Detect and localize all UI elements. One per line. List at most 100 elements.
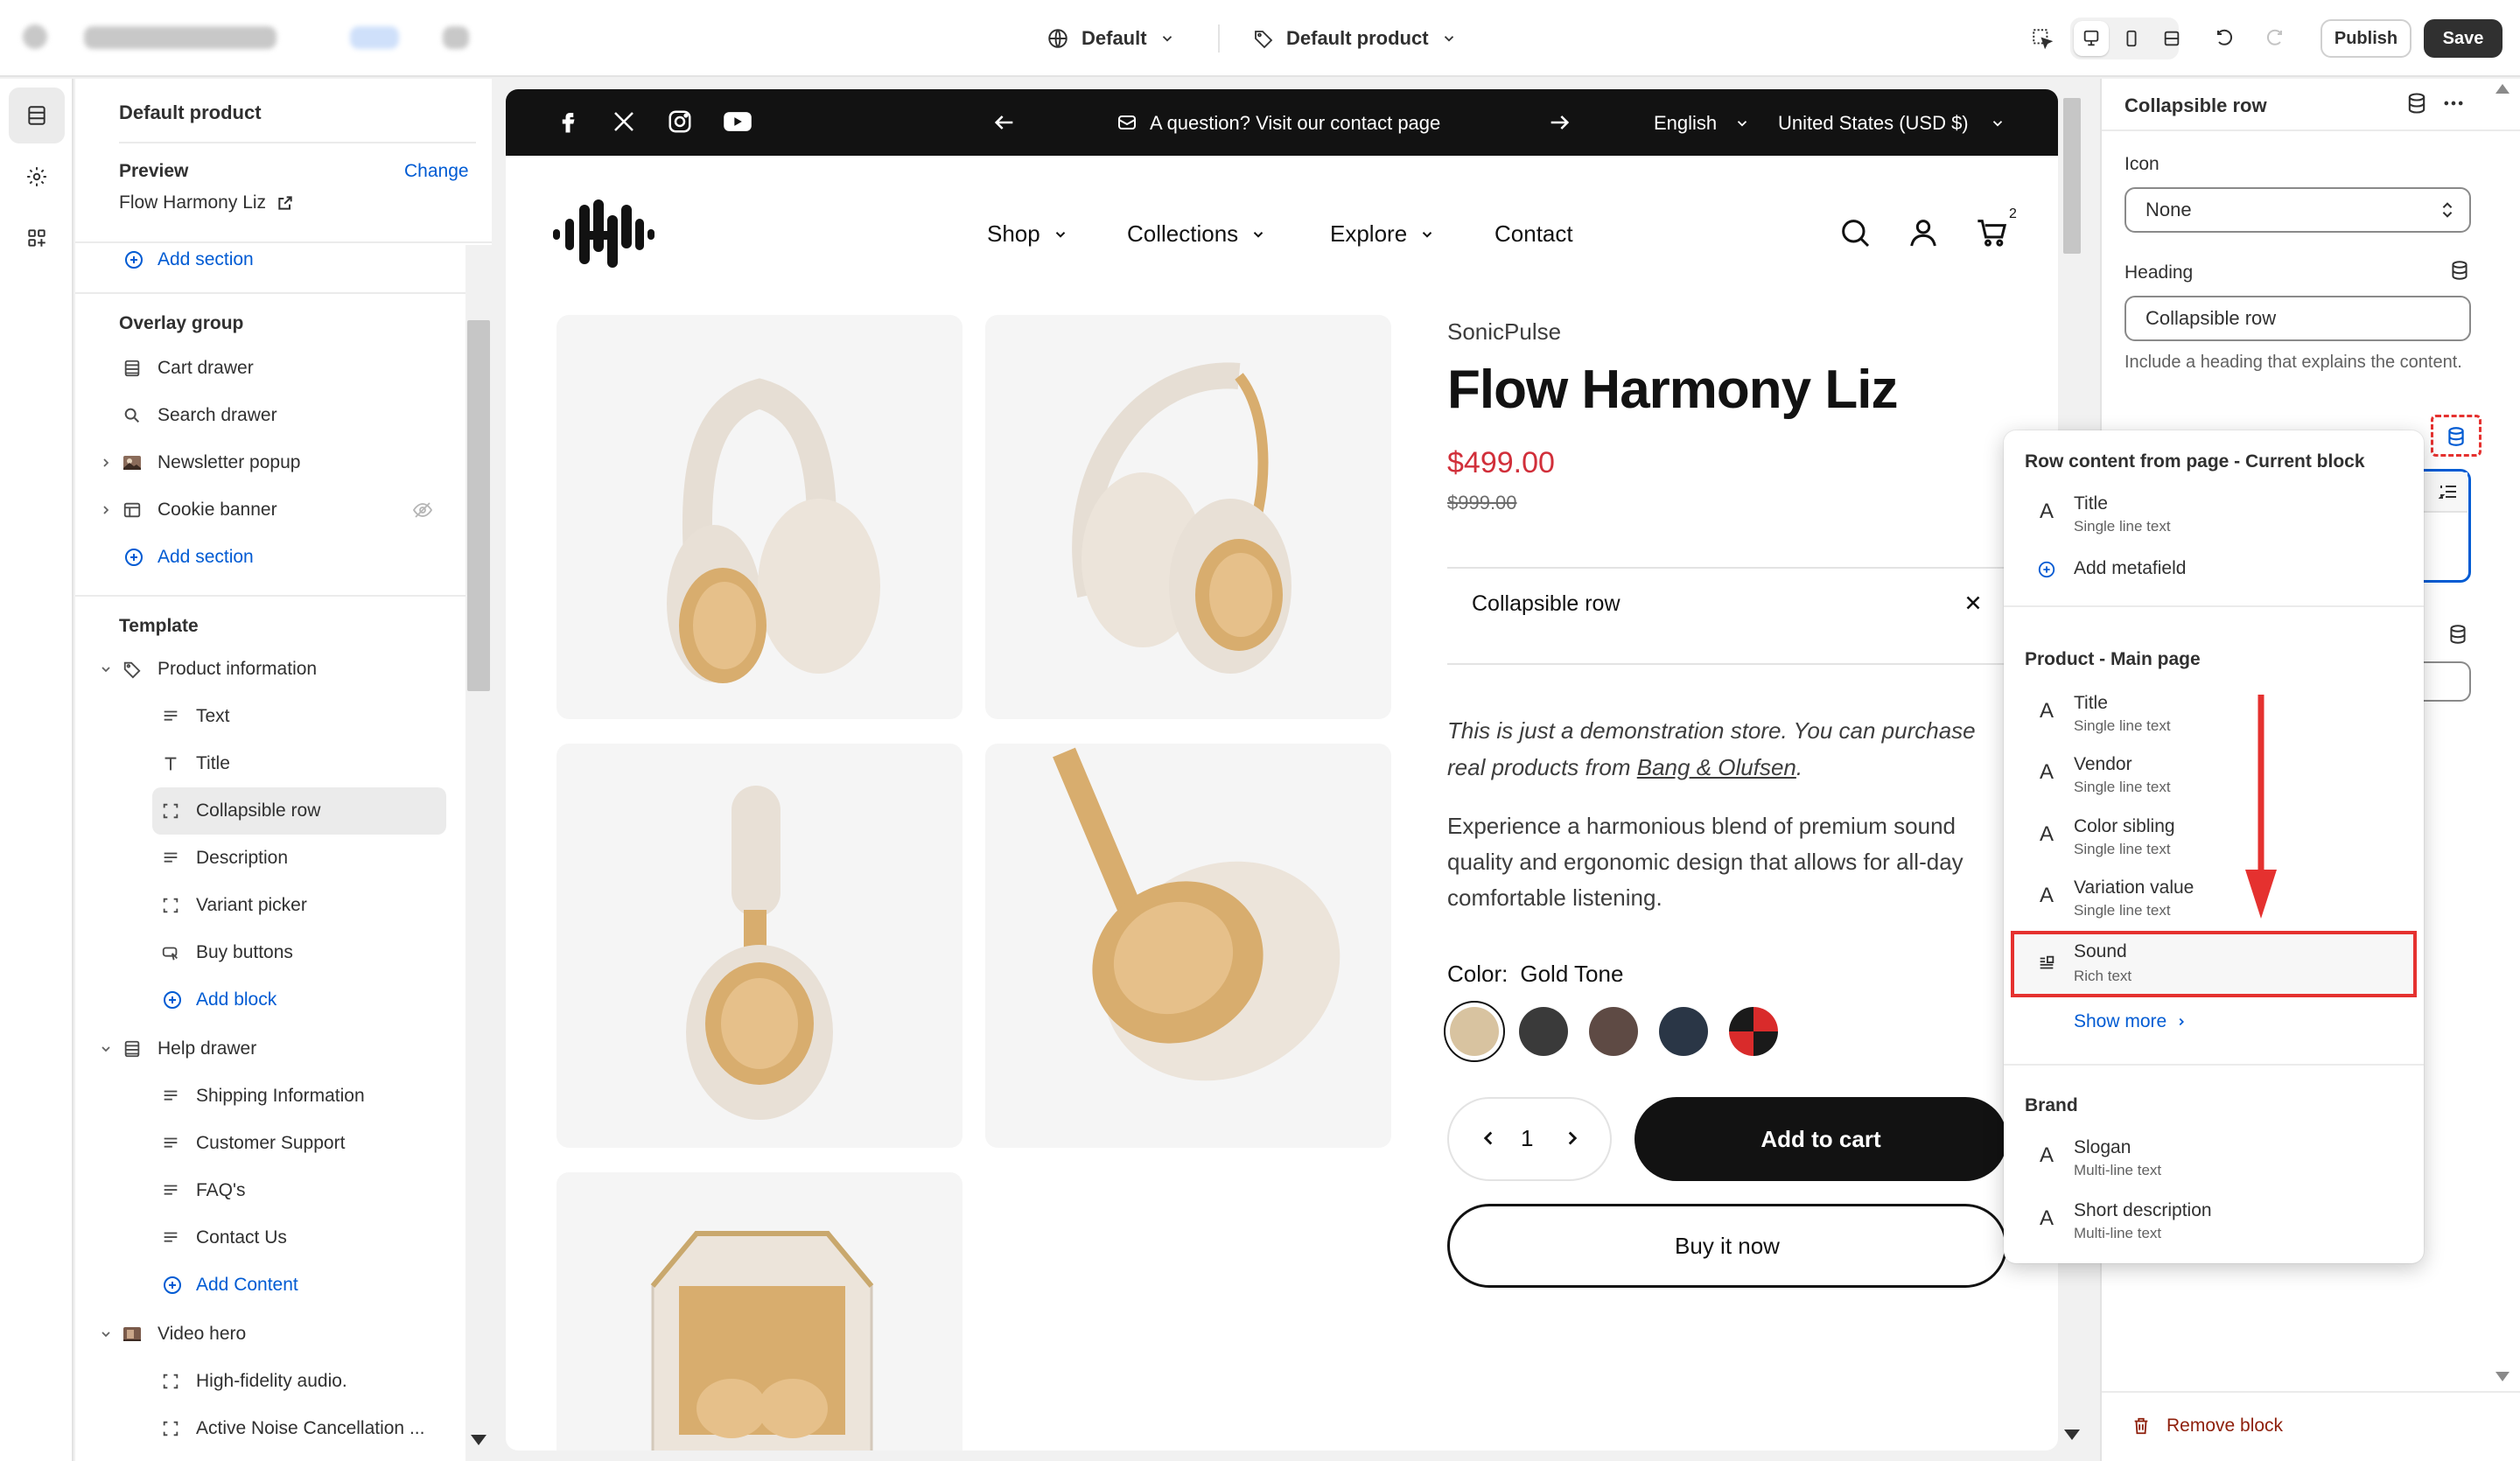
block-shipping-information[interactable]: Shipping Information [75,1074,478,1118]
inspector-icon[interactable] [2023,19,2062,58]
block-collapsible-row-selected[interactable]: Collapsible row [152,787,446,835]
chevron-down-icon[interactable] [94,1038,117,1060]
close-icon[interactable] [1962,591,1984,614]
overlay-item-newsletter-popup[interactable]: Newsletter popup [75,441,478,485]
eye-hidden-icon[interactable] [411,499,434,521]
block-high-fidelity-audio[interactable]: High-fidelity audio. [75,1360,478,1403]
chevron-right-icon[interactable] [94,451,117,474]
x-twitter-icon[interactable] [611,108,637,135]
nav-shop[interactable]: Shop [987,220,1068,248]
mobile-view-icon[interactable] [2114,21,2149,56]
currency-selector[interactable]: United States (USD $) [1778,112,2006,135]
icon-select[interactable]: None [2124,187,2471,233]
minus-chevron-left-icon[interactable] [1477,1127,1500,1150]
more-horizontal-icon[interactable] [2441,91,2466,115]
scroll-down-arrow-icon[interactable] [2496,1372,2510,1381]
chevron-down-icon[interactable] [94,1323,117,1346]
section-video-hero[interactable]: Video hero [75,1312,478,1356]
list-icon[interactable] [2438,481,2459,502]
product-image-3[interactable] [556,744,962,1148]
show-more-link[interactable]: Show more [2074,1011,2188,1032]
dynamic-source-icon[interactable] [2446,623,2469,646]
buy-it-now-button[interactable]: Buy it now [1447,1204,2007,1288]
source-item-variation-value[interactable]: A Variation value Single line text [2025,869,2401,926]
section-help-drawer[interactable]: Help drawer [75,1027,478,1071]
block-text[interactable]: Text [75,695,478,738]
chevron-right-icon[interactable] [94,499,117,521]
block-buy-buttons[interactable]: Buy buttons [75,931,478,975]
publish-button[interactable]: Publish [2320,19,2412,58]
announcement-text[interactable]: A question? Visit our contact page [1150,112,1440,135]
block-contact-us[interactable]: Contact Us [75,1216,478,1260]
quantity-value[interactable]: 1 [1521,1125,1533,1152]
add-section-button[interactable]: Add section [75,238,478,282]
add-to-cart-button[interactable]: Add to cart [1634,1097,2007,1181]
dynamic-source-icon[interactable] [2448,259,2471,282]
nav-explore[interactable]: Explore [1330,220,1435,248]
apps-icon[interactable] [9,210,65,266]
add-section-button[interactable]: Add section [75,535,478,579]
overlay-item-search-drawer[interactable]: Search drawer [75,394,478,437]
facebook-icon[interactable] [555,108,581,135]
add-content-button[interactable]: Add Content [75,1263,478,1307]
theme-selector[interactable]: Default [1046,23,1175,54]
redo-icon[interactable] [2256,19,2294,58]
scroll-down-arrow-icon[interactable] [2064,1430,2080,1440]
add-metafield-button[interactable]: Add metafield [2025,549,2401,590]
dynamic-source-icon[interactable] [2404,91,2429,115]
fullscreen-view-icon[interactable] [2154,21,2189,56]
store-logo[interactable] [553,198,654,271]
heading-input[interactable]: Collapsible row [2124,296,2471,341]
source-item-slogan[interactable]: A Slogan Multi-line text [2025,1129,2401,1186]
plus-chevron-right-icon[interactable] [1561,1127,1584,1150]
template-selector[interactable]: Default product [1253,23,1457,54]
overlay-item-cart-drawer[interactable]: Cart drawer [75,346,478,390]
source-item-vendor[interactable]: A Vendor Single line text [2025,745,2401,803]
block-customer-support[interactable]: Customer Support [75,1122,478,1165]
arrow-left-icon[interactable] [992,110,1017,135]
preview-scrollbar-thumb[interactable] [2063,98,2081,254]
swatch-navy[interactable] [1659,1007,1708,1056]
swatch-red-black[interactable] [1729,1007,1778,1056]
chevron-down-icon[interactable] [94,658,117,681]
block-title[interactable]: Title [75,742,478,786]
product-image-5[interactable] [556,1172,962,1451]
language-selector[interactable]: English [1654,112,1750,135]
collapsible-row-heading[interactable]: Collapsible row [1472,591,1620,617]
block-description[interactable]: Description [75,836,478,880]
source-item-title-current[interactable]: A Title Single line text [2025,485,2401,542]
save-button[interactable]: Save [2424,19,2502,58]
more-icon[interactable] [443,26,469,49]
source-item-sound-highlighted[interactable]: Sound Rich text [2011,931,2417,997]
swatch-black[interactable] [1519,1007,1568,1056]
exit-icon[interactable] [23,24,47,49]
product-image-4[interactable] [985,744,1391,1148]
source-item-color-sibling[interactable]: A Color sibling Single line text [2025,807,2401,865]
block-variant-picker[interactable]: Variant picker [75,884,478,927]
youtube-icon[interactable] [723,108,752,135]
add-block-button[interactable]: Add block [75,978,478,1022]
section-product-information[interactable]: Product information [75,647,478,691]
overlay-item-cookie-banner[interactable]: Cookie banner [75,488,478,532]
source-item-short-description[interactable]: A Short description Multi-line text [2025,1192,2401,1249]
sections-scrollbar-thumb[interactable] [467,320,490,691]
change-preview-link[interactable]: Change [404,161,469,182]
search-icon[interactable] [1838,215,1872,250]
remove-block-button[interactable]: Remove block [2132,1416,2283,1437]
block-active-noise-cancellation[interactable]: Active Noise Cancellation ... [75,1407,478,1451]
preview-product-link[interactable]: Flow Harmony Liz [119,192,294,213]
nav-contact[interactable]: Contact [1494,220,1573,248]
product-image-2[interactable] [985,315,1391,719]
source-item-title[interactable]: A Title Single line text [2025,684,2401,742]
swatch-brown[interactable] [1589,1007,1638,1056]
instagram-icon[interactable] [667,108,693,135]
bang-olufsen-link[interactable]: Bang & Olufsen [1637,754,1796,780]
account-icon[interactable] [1906,215,1941,250]
block-faqs[interactable]: FAQ's [75,1169,478,1213]
dynamic-source-icon[interactable] [2445,425,2468,448]
cart-icon[interactable] [1974,215,2011,250]
scroll-down-arrow-icon[interactable] [471,1435,486,1445]
product-image-1[interactable] [556,315,962,719]
sections-icon[interactable] [9,87,65,143]
settings-gear-icon[interactable] [9,149,65,205]
